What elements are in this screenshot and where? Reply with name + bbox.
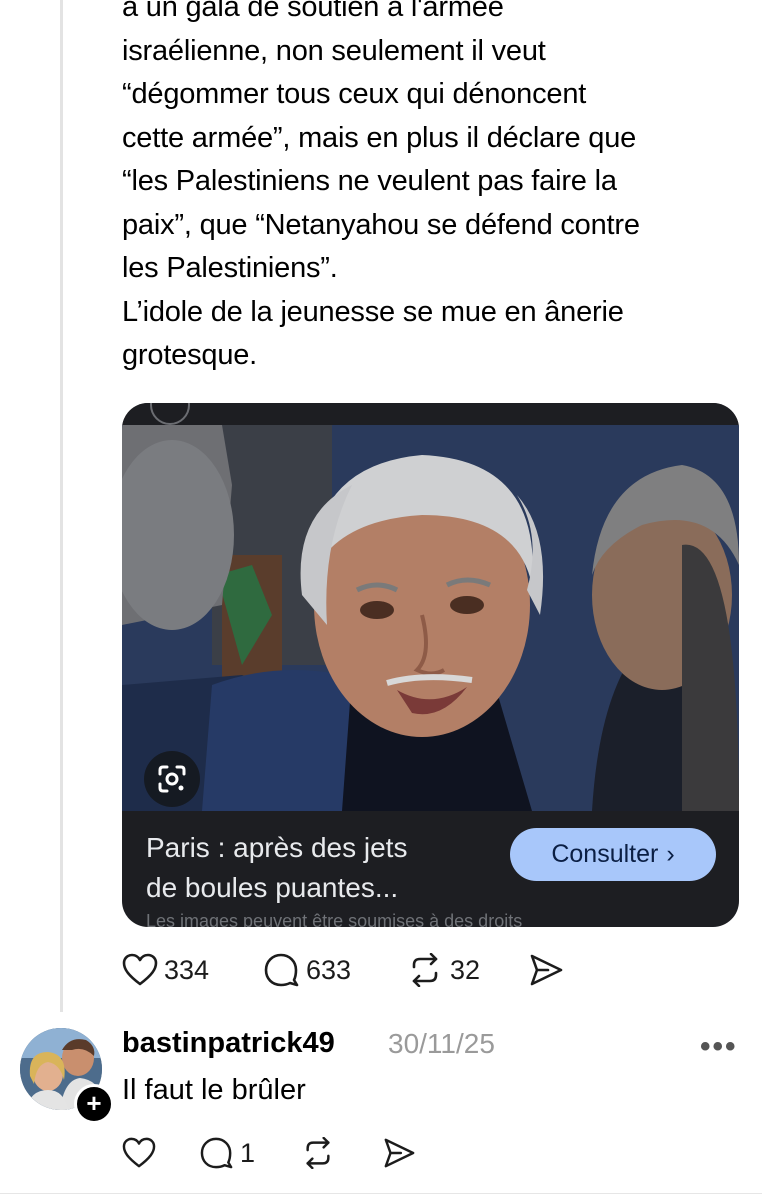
post-actions: 334 633 32 <box>122 953 564 987</box>
post-text-line: “les Palestiniens ne veulent pas faire l… <box>122 165 617 197</box>
card-top-strip <box>122 403 739 425</box>
repost-icon <box>306 1137 330 1169</box>
heart-icon <box>122 1137 156 1168</box>
post-text-line: L’idole de la jeunesse se mue en ânerie <box>122 295 624 328</box>
reply-date: 30/11/25 <box>388 1028 495 1059</box>
google-lens-button[interactable] <box>144 751 200 807</box>
post-text-line: cette armée”, mais en plus il déclare qu… <box>122 121 637 154</box>
repost-button[interactable]: 32 <box>406 953 528 987</box>
repost-icon <box>412 953 438 987</box>
card-title-line: Paris : après des jets <box>146 832 408 863</box>
consult-button-label: Consulter <box>551 840 659 868</box>
card-caption: Les images peuvent être soumises à des d… <box>146 911 523 927</box>
reply-share-button[interactable] <box>382 1137 416 1169</box>
send-icon <box>384 1138 415 1168</box>
comment-icon <box>200 1137 233 1169</box>
heart-icon <box>122 953 158 986</box>
chevron-right-icon: › <box>666 840 675 868</box>
card-title-line: de boules puantes... <box>146 872 399 903</box>
like-button[interactable]: 334 <box>122 953 264 987</box>
follow-plus-button[interactable]: + <box>74 1084 114 1124</box>
reply-comment-count: 1 <box>240 1137 256 1168</box>
article-photo[interactable] <box>122 425 739 811</box>
more-options-button[interactable]: ••• <box>700 1030 738 1064</box>
divider <box>0 1193 762 1194</box>
reply-repost-button[interactable] <box>300 1137 382 1169</box>
post-text-line: paix”, que “Netanyahou se défend contre <box>122 208 640 241</box>
post-text-line: les Palestiniens”. <box>122 252 338 284</box>
repost-count: 32 <box>450 954 481 985</box>
comment-icon <box>264 953 299 987</box>
reply-actions: 1 <box>122 1137 416 1169</box>
post-text-line: israélienne, non seulement il veut <box>122 34 546 67</box>
card-top-icon <box>150 403 190 425</box>
reply-avatar-wrap[interactable]: + <box>20 1028 114 1124</box>
reply-text: Il faut le brûler <box>122 1074 306 1106</box>
reply-like-button[interactable] <box>122 1137 200 1169</box>
post-body: à un gala de soutien à l'armée israélien… <box>122 0 752 378</box>
share-button[interactable] <box>528 953 564 987</box>
thread-line <box>60 0 63 1012</box>
send-icon <box>530 954 563 986</box>
search-result-card[interactable]: Paris : après des jets de boules puantes… <box>122 403 739 927</box>
comment-button[interactable]: 633 <box>264 953 406 987</box>
post-text: à un gala de soutien à l'armée israélien… <box>122 0 752 378</box>
consult-button[interactable]: Consulter › <box>510 828 716 881</box>
reply-username[interactable]: bastinpatrick49 <box>122 1027 335 1060</box>
like-count: 334 <box>164 954 210 985</box>
post-text-line: à un gala de soutien à l'armée <box>122 0 504 23</box>
card-title[interactable]: Paris : après des jets de boules puantes… <box>146 828 486 908</box>
comment-count: 633 <box>306 954 352 985</box>
post-text-line: grotesque. <box>122 339 258 371</box>
post-text-line: “dégommer tous ceux qui dénoncent <box>122 78 587 110</box>
reply-comment-button[interactable]: 1 <box>200 1137 300 1169</box>
google-lens-icon <box>158 765 186 793</box>
article-photo-illustration <box>122 425 739 811</box>
